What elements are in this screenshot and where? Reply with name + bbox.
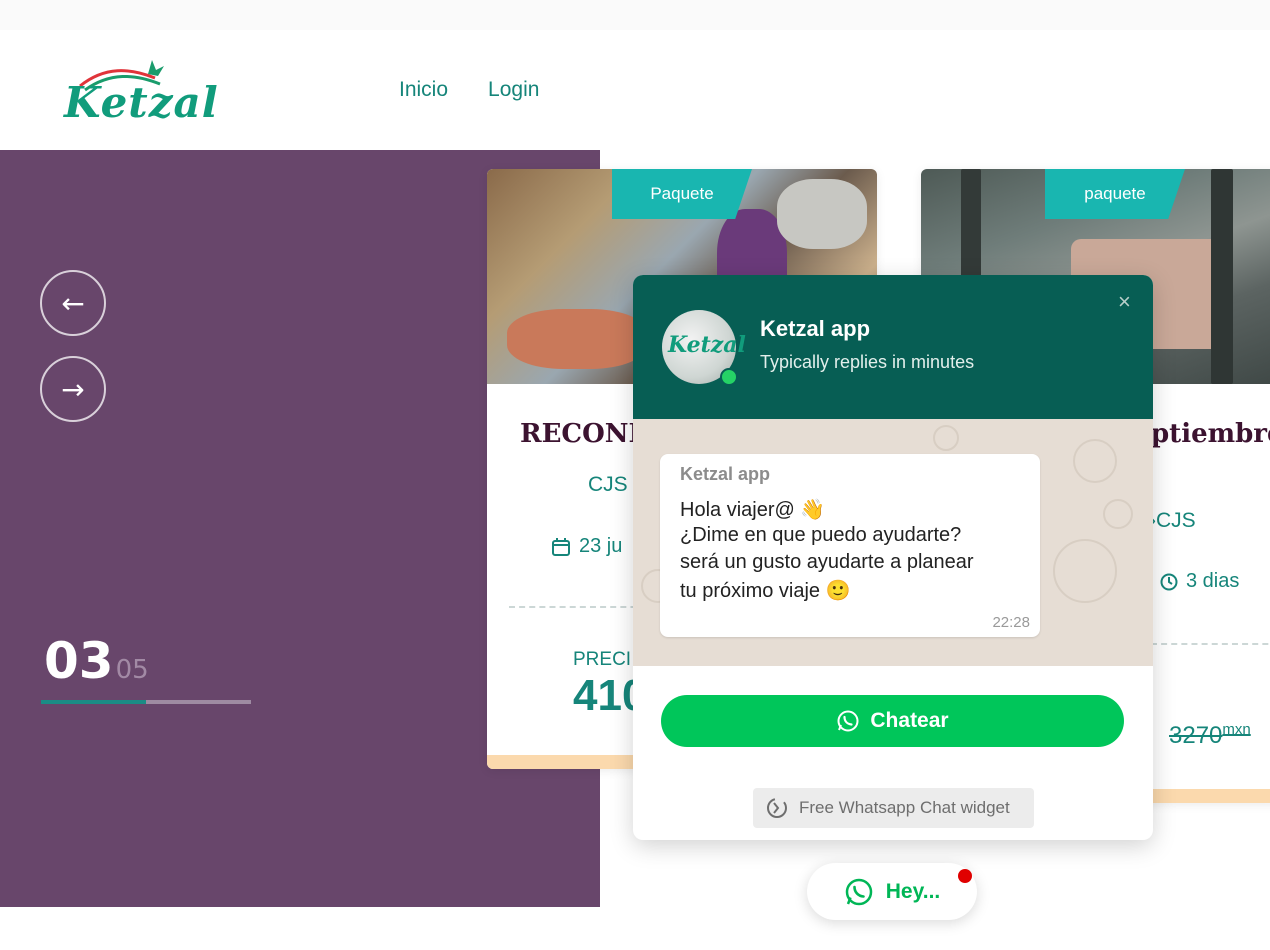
slide-total: 05 [115,655,149,685]
arrow-left-icon: ← [61,286,85,320]
notification-dot [958,869,972,883]
main-nav: Inicio Login [399,78,539,102]
message-line: ¿Dime en que puedo ayudarte? [680,524,962,546]
divider [1151,643,1270,645]
message-line: Hola viajer@ 👋 [680,499,826,521]
chat-agent-name: Ketzal app [760,316,871,341]
tour-date-text: 23 ju [579,535,623,557]
whatsapp-icon [845,878,873,905]
tour-date: 23 ju [551,535,622,558]
clock-icon [1160,573,1178,590]
whatsapp-chat-popup: Ketzal Ketzal app Typically replies in m… [633,275,1153,840]
chat-body: Ketzal app Hola viajer@ 👋 ¿Dime en que p… [633,419,1153,666]
tour-title: RECONI [520,419,641,449]
slide-current: 03 [44,632,114,690]
arrow-right-icon: → [61,372,85,406]
site-header: Ketzal Inicio Login [0,30,1270,150]
tour-duration: 3 dias [1160,570,1239,593]
slide-counter: 0305 [44,632,149,690]
message-time: 22:28 [992,614,1030,631]
chat-avatar: Ketzal [662,310,746,386]
next-slide-button[interactable]: → [40,356,106,422]
avatar-logo-text: Ketzal [668,332,746,358]
tour-duration-text: 3 dias [1186,570,1240,592]
chat-header: Ketzal Ketzal app Typically replies in m… [633,275,1153,419]
online-status-dot [720,368,738,386]
package-badge: Paquete [612,169,752,219]
tour-title: ptiembre [1151,419,1270,449]
slide-progress-fill [41,700,146,704]
old-price: 3270mxn [1169,721,1251,749]
whatsapp-icon [837,710,859,732]
close-icon[interactable]: × [1118,289,1131,315]
package-badge: paquete [1045,169,1185,219]
ketzal-logo[interactable]: Ketzal [60,56,218,131]
nav-inicio[interactable]: Inicio [399,78,448,102]
price-label: PRECI [573,649,632,670]
launcher-label: Hey... [885,879,941,903]
chat-message-bubble: Ketzal app Hola viajer@ 👋 ¿Dime en que p… [660,454,1040,637]
slide-progress [41,700,251,704]
top-band [0,0,1270,30]
chat-launcher-button[interactable]: Hey... [807,863,977,920]
message-line: será un gusto ayudarte a planear [680,551,974,573]
tour-route: CJS [588,473,628,496]
widget-credit-label: Free Whatsapp Chat widget [799,798,1010,817]
message-sender: Ketzal app [680,464,771,484]
widget-brand-icon [767,798,787,818]
logo-text: Ketzal [64,78,219,127]
message-line: tu próximo viaje 🙂 [680,580,851,602]
chat-agent-status: Typically replies in minutes [760,352,975,372]
currency-label: mxn [1222,721,1251,738]
start-chat-label: Chatear [870,709,949,732]
nav-login[interactable]: Login [488,78,539,102]
start-chat-button[interactable]: Chatear [661,695,1124,747]
calendar-icon [552,537,570,556]
prev-slide-button[interactable]: ← [40,270,106,336]
widget-credit-link[interactable]: Free Whatsapp Chat widget [753,788,1034,828]
tour-route: ›CJS [1149,509,1196,532]
